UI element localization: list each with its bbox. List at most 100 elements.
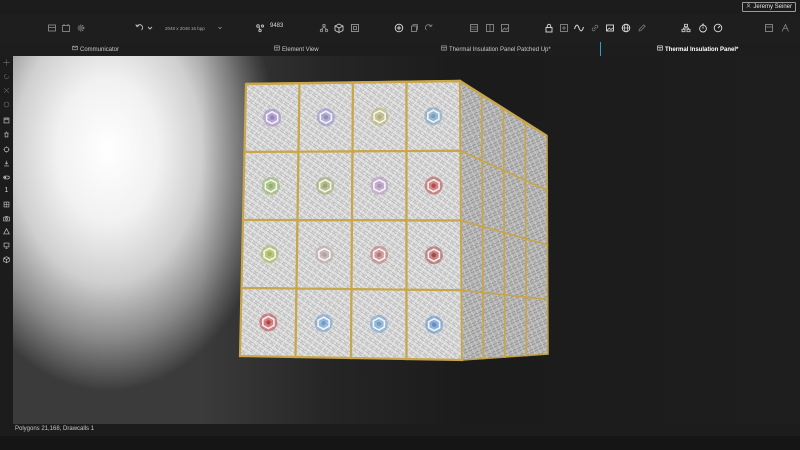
panel-emblem <box>259 313 278 332</box>
side-panel-tile <box>459 149 484 228</box>
side-panel-tile <box>525 237 549 301</box>
toggle-icon[interactable] <box>2 173 11 182</box>
user-icon <box>746 3 751 11</box>
texture-icon[interactable] <box>468 22 480 34</box>
user-account-button[interactable]: Jeremy Seiner <box>742 2 796 12</box>
main-toolbar: 2048 x 2048 16 bpp 9483 <box>0 14 800 44</box>
link-icon[interactable] <box>589 22 601 34</box>
panel-emblem <box>424 176 443 195</box>
resolution-select[interactable]: 2048 x 2048 16 bpp <box>165 22 223 34</box>
panel-emblem <box>370 107 389 126</box>
title-bar: Jeremy Seiner <box>0 0 800 14</box>
material-icon <box>657 45 663 55</box>
side-panel-tile <box>481 159 506 234</box>
side-panel-tile <box>524 120 549 192</box>
panel-emblem <box>263 108 282 127</box>
bottom-strip <box>0 436 800 450</box>
save-icon[interactable] <box>2 116 11 125</box>
panel-emblem <box>316 176 335 195</box>
side-panel-tile <box>503 231 527 299</box>
layer-one-button[interactable]: 1 <box>2 186 11 195</box>
package-icon[interactable] <box>2 255 11 264</box>
panel-emblem <box>424 107 443 126</box>
3d-viewport[interactable]: Z <box>13 56 800 424</box>
tab-thermal-insulation-panel[interactable]: Thermal Insulation Panel* <box>657 45 738 55</box>
add-icon[interactable] <box>393 22 405 34</box>
edit-icon[interactable] <box>636 22 648 34</box>
grid-icon[interactable] <box>2 200 11 209</box>
side-panel-tile <box>460 219 484 294</box>
rotate-icon[interactable] <box>2 72 11 81</box>
target-icon[interactable] <box>2 145 11 154</box>
active-tab-indicator <box>600 42 601 56</box>
globe-icon[interactable] <box>620 22 632 34</box>
tab-thermal-insulation-panel-patched-up[interactable]: Thermal Insulation Panel Patched Up* <box>441 45 551 55</box>
lock-icon[interactable] <box>543 22 555 34</box>
tab-label: Communicator <box>80 47 120 53</box>
import-icon[interactable] <box>2 159 11 168</box>
move-icon[interactable] <box>2 58 11 67</box>
panel-emblem <box>261 176 280 195</box>
tab-label: Element View <box>282 47 319 53</box>
panel-emblem <box>260 245 279 264</box>
tab-label: Thermal Insulation Panel Patched Up* <box>449 47 551 53</box>
user-name: Jeremy Seiner <box>753 4 792 10</box>
panel-emblem <box>370 245 389 264</box>
side-panel-tile <box>482 291 506 360</box>
polygon-count: 9483 <box>270 23 284 29</box>
wave-icon[interactable] <box>573 22 585 34</box>
panel-emblem <box>315 245 334 264</box>
export-icon[interactable] <box>763 22 775 34</box>
layers-icon[interactable] <box>46 22 58 34</box>
tab-label: Thermal Insulation Panel* <box>665 47 739 53</box>
status-bar: Polygons 21,168, Drawcalls 1 <box>0 424 800 436</box>
side-panel-tile <box>525 296 549 357</box>
copy-icon[interactable] <box>408 22 420 34</box>
panel-emblem <box>425 315 444 334</box>
undo-dropdown-icon[interactable] <box>144 22 156 34</box>
sphere-icon[interactable] <box>2 100 11 109</box>
element-view-icon <box>274 45 280 55</box>
redo-icon[interactable] <box>423 22 435 34</box>
trash-icon[interactable] <box>2 130 11 139</box>
gallery-icon[interactable] <box>604 22 616 34</box>
resolution-value: 2048 x 2048 16 bpp <box>165 25 205 31</box>
network-icon[interactable] <box>680 22 692 34</box>
cube-icon[interactable] <box>333 22 345 34</box>
chevron-down-icon <box>217 25 223 32</box>
side-panel-tile <box>503 169 527 240</box>
calendar-icon[interactable] <box>60 22 72 34</box>
panel-emblem <box>369 314 388 333</box>
communicator-icon <box>72 45 78 55</box>
gauge-icon[interactable] <box>712 22 724 34</box>
tab-element-view[interactable]: Element View <box>274 45 319 55</box>
layer-one-label: 1 <box>4 187 9 194</box>
panel-emblem <box>316 108 335 127</box>
panel-emblem <box>314 314 333 333</box>
timer-icon[interactable] <box>697 22 709 34</box>
image-icon[interactable] <box>499 22 511 34</box>
light-icon[interactable] <box>2 227 11 236</box>
panel-icon[interactable] <box>484 22 496 34</box>
status-text: Polygons 21,168, Drawcalls 1 <box>15 426 95 432</box>
document-tabs: Communicator Element View Thermal Insula… <box>0 44 800 56</box>
tab-communicator[interactable]: Communicator <box>72 45 119 55</box>
render-icon[interactable] <box>2 241 11 250</box>
molecule-icon[interactable] <box>254 22 266 34</box>
hierarchy-icon[interactable] <box>318 22 330 34</box>
side-panel-tile <box>481 225 506 296</box>
side-panel-tile <box>524 179 549 247</box>
cube-model <box>238 79 549 362</box>
plus-square-icon[interactable] <box>558 22 570 34</box>
tools-icon[interactable] <box>779 22 791 34</box>
side-panel-tile <box>460 289 485 361</box>
scale-icon[interactable] <box>2 86 11 95</box>
camera-icon[interactable] <box>2 214 11 223</box>
panel-emblem <box>370 176 389 195</box>
left-toolbar: 1 <box>0 56 13 436</box>
material-icon <box>441 45 447 55</box>
gear-icon[interactable] <box>75 22 87 34</box>
panel-emblem <box>424 246 443 265</box>
side-panel-tile <box>503 293 528 358</box>
uv-icon[interactable] <box>349 22 361 34</box>
